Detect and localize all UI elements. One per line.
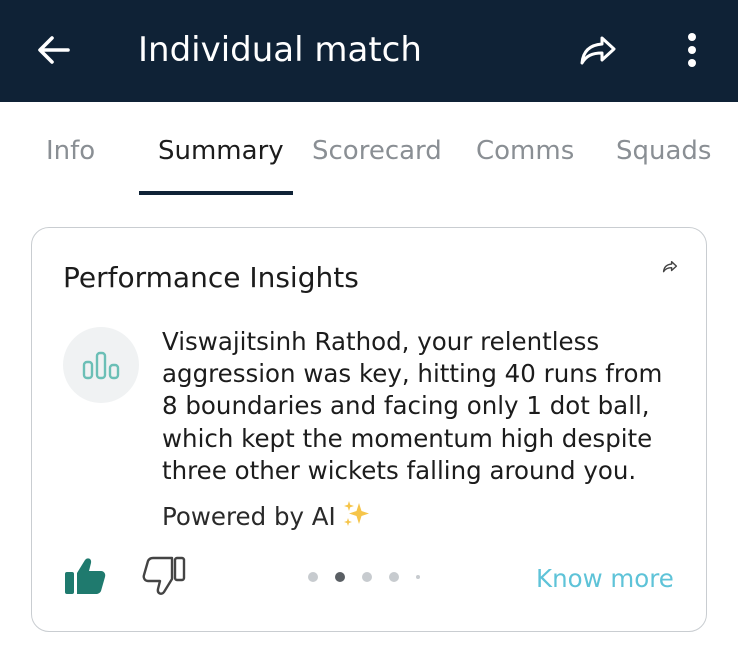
tab-bar: Info Summary Scorecard Comms Squads bbox=[0, 102, 738, 198]
back-button[interactable] bbox=[34, 28, 74, 72]
tab-summary[interactable]: Summary bbox=[158, 130, 284, 172]
insight-message: Viswajitsinh Rathod, your relentless agg… bbox=[162, 326, 672, 487]
powered-by-label: Powered by AI bbox=[162, 500, 372, 537]
share-icon bbox=[580, 36, 616, 65]
insight-avatar bbox=[63, 327, 139, 403]
tab-scorecard[interactable]: Scorecard bbox=[312, 130, 442, 172]
bar-chart-icon bbox=[82, 351, 120, 380]
tab-comms[interactable]: Comms bbox=[476, 130, 574, 172]
player-name: Viswajitsinh Rathod bbox=[162, 327, 402, 356]
sparkles-icon bbox=[342, 500, 372, 537]
arrow-left-icon bbox=[38, 36, 70, 64]
carousel-dot[interactable] bbox=[416, 575, 420, 579]
app-bar: Individual match bbox=[0, 0, 738, 102]
more-options-button[interactable] bbox=[672, 26, 712, 74]
tab-squads[interactable]: Squads bbox=[616, 130, 711, 172]
like-button[interactable] bbox=[63, 556, 107, 596]
carousel-dot[interactable] bbox=[389, 572, 399, 582]
powered-by-text: Powered by AI bbox=[162, 502, 336, 531]
more-vertical-icon bbox=[688, 33, 696, 67]
page-title: Individual match bbox=[138, 30, 422, 70]
performance-insights-card: Performance Insights Viswajitsinh Rathod… bbox=[31, 227, 707, 632]
share-icon bbox=[662, 260, 678, 272]
carousel-dot[interactable] bbox=[308, 572, 318, 582]
card-title: Performance Insights bbox=[63, 261, 359, 294]
dislike-button[interactable] bbox=[142, 556, 186, 596]
thumbs-up-icon bbox=[65, 558, 106, 594]
share-button[interactable] bbox=[574, 28, 622, 72]
carousel-dot-active[interactable] bbox=[335, 572, 345, 582]
carousel-indicator bbox=[308, 572, 420, 582]
card-share-button[interactable] bbox=[660, 258, 680, 274]
carousel-dot[interactable] bbox=[362, 572, 372, 582]
thumbs-down-icon bbox=[142, 556, 186, 595]
active-tab-indicator bbox=[139, 191, 293, 195]
know-more-link[interactable]: Know more bbox=[536, 562, 674, 596]
tab-info[interactable]: Info bbox=[46, 130, 95, 172]
